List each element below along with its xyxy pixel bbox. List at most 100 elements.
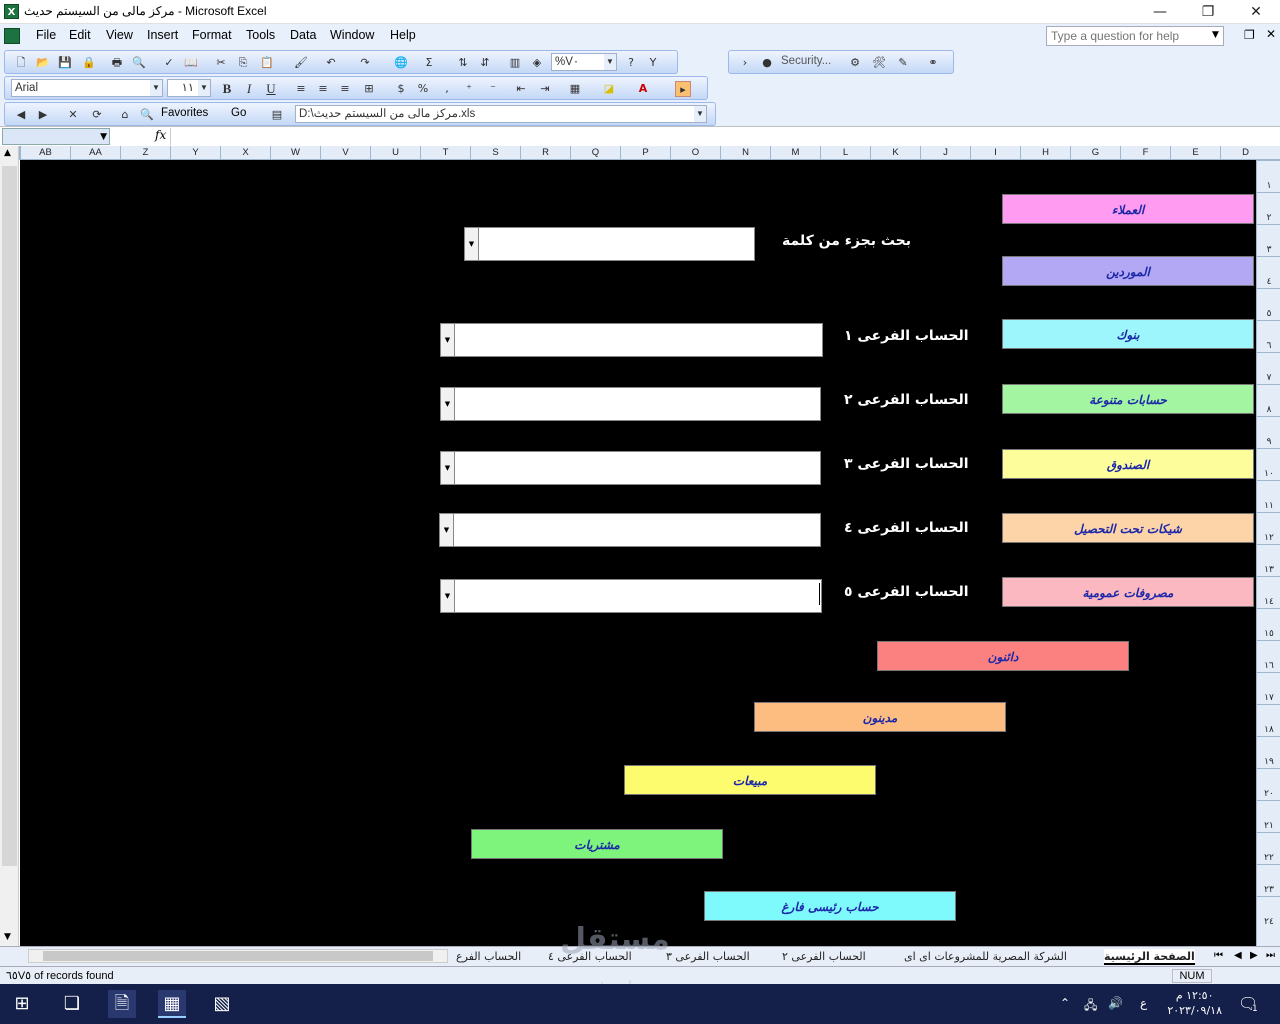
tools-icon[interactable]: 🛠 bbox=[871, 55, 887, 71]
column-header[interactable]: O bbox=[670, 146, 720, 160]
chevron-down-icon[interactable]: ▼ bbox=[440, 514, 454, 546]
comma-button[interactable]: , bbox=[439, 81, 455, 97]
font-size-select[interactable]: ١١ ▼ bbox=[167, 79, 211, 97]
row-header[interactable]: ٢ bbox=[1257, 192, 1280, 224]
fx-icon[interactable]: fx bbox=[155, 128, 166, 142]
last-sheet-icon[interactable]: ⏭ bbox=[1266, 950, 1275, 961]
drawing-icon[interactable]: ◈ bbox=[529, 55, 545, 71]
creditors-button[interactable]: دائنون bbox=[877, 641, 1129, 671]
misc-accounts-button[interactable]: حسابات متنوعة bbox=[1002, 384, 1254, 414]
security-button[interactable]: Security... bbox=[781, 55, 831, 67]
sub-account-4-combobox[interactable]: ▼ bbox=[439, 513, 821, 547]
menu-window[interactable]: Window bbox=[330, 28, 374, 42]
new-icon[interactable]: 🗋 bbox=[13, 55, 29, 71]
menu-help[interactable]: Help bbox=[390, 28, 416, 42]
address-input[interactable]: D:\مركز مالى من السيستم حديث.xls ▼ bbox=[295, 105, 707, 123]
options-icon[interactable]: ▸ bbox=[675, 81, 691, 97]
sort-descending-icon[interactable]: ⇵ bbox=[477, 55, 493, 71]
increase-decimal-icon[interactable]: ⁺ bbox=[461, 81, 477, 97]
first-sheet-icon[interactable]: ⏮ bbox=[1214, 950, 1223, 961]
permission-icon[interactable]: 🔒 bbox=[81, 55, 97, 71]
increase-indent-icon[interactable]: ⇥ bbox=[537, 81, 553, 97]
show-only-web-toolbar-icon[interactable]: ▤ bbox=[269, 107, 285, 123]
task-view-icon[interactable]: ❏ bbox=[58, 990, 86, 1018]
column-header[interactable]: U bbox=[370, 146, 420, 160]
cut-icon[interactable]: ✂ bbox=[213, 55, 229, 71]
row-header[interactable]: ٢٠ bbox=[1257, 768, 1280, 800]
italic-button[interactable]: I bbox=[241, 81, 257, 97]
column-header[interactable]: S bbox=[470, 146, 520, 160]
refresh-icon[interactable]: ⟳ bbox=[89, 107, 105, 123]
tab-sub-account-2[interactable]: الحساب الفرعى ٢ bbox=[782, 949, 866, 965]
hyperlink-icon[interactable]: 🌐 bbox=[393, 55, 409, 71]
link-icon[interactable]: ⚭ bbox=[925, 55, 941, 71]
search-web-icon[interactable]: 🔍 bbox=[139, 107, 155, 123]
row-header[interactable]: ٢٣ bbox=[1257, 864, 1280, 896]
chevron-down-icon[interactable]: ▼ bbox=[441, 324, 455, 356]
system-clock[interactable]: ١٢:٥٠ م ٢٠٢٣/٠٩/١٨ bbox=[1167, 988, 1222, 1018]
print-icon[interactable]: 🖶 bbox=[109, 55, 125, 71]
row-header[interactable]: ١٤ bbox=[1257, 576, 1280, 608]
help-icon[interactable]: ? bbox=[623, 55, 639, 71]
column-header[interactable]: L bbox=[820, 146, 870, 160]
column-header[interactable]: E bbox=[1170, 146, 1220, 160]
filter-icon[interactable]: Y bbox=[645, 55, 661, 71]
row-header[interactable]: ١٨ bbox=[1257, 704, 1280, 736]
go-menu[interactable]: Go bbox=[231, 107, 246, 119]
column-header[interactable]: T bbox=[420, 146, 470, 160]
save-icon[interactable]: 💾 bbox=[57, 55, 73, 71]
align-right-icon[interactable]: ≡ bbox=[337, 81, 353, 97]
scroll-thumb[interactable] bbox=[43, 951, 433, 961]
stop-icon[interactable]: ✕ bbox=[65, 107, 81, 123]
sub-account-5-combobox[interactable]: ▼ bbox=[440, 579, 822, 613]
menu-file[interactable]: File bbox=[36, 28, 56, 42]
redo-icon[interactable]: ↷ bbox=[357, 55, 373, 71]
cash-box-button[interactable]: الصندوق bbox=[1002, 449, 1254, 479]
print-preview-icon[interactable]: 🔍 bbox=[131, 55, 147, 71]
vertical-scrollbar[interactable]: ▲ ▼ bbox=[0, 146, 19, 946]
maximize-button[interactable]: ❐ bbox=[1188, 2, 1228, 22]
chevron-down-icon[interactable]: ▼ bbox=[441, 580, 455, 612]
scroll-up-icon[interactable]: ▲ bbox=[4, 148, 11, 158]
autosum-icon[interactable]: Σ bbox=[421, 55, 437, 71]
chart-wizard-icon[interactable]: ▥ bbox=[507, 55, 523, 71]
back-icon[interactable]: ◀ bbox=[13, 107, 29, 123]
row-header[interactable]: ٦ bbox=[1257, 320, 1280, 352]
row-header[interactable]: ١٢ bbox=[1257, 512, 1280, 544]
sort-ascending-icon[interactable]: ⇅ bbox=[455, 55, 471, 71]
name-box[interactable]: ▼ bbox=[2, 128, 110, 145]
menu-edit[interactable]: Edit bbox=[69, 28, 91, 42]
tab-home[interactable]: الصفحة الرئيسية bbox=[1104, 949, 1195, 965]
tab-sub-account-3[interactable]: الحساب الفرعى ٣ bbox=[666, 949, 750, 965]
column-header[interactable]: N bbox=[720, 146, 770, 160]
row-header[interactable]: ٣ bbox=[1257, 224, 1280, 256]
arrow-right-icon[interactable]: › bbox=[737, 55, 753, 71]
tab-sub-account-partial[interactable]: الحساب الفرع bbox=[456, 949, 521, 965]
menu-insert[interactable]: Insert bbox=[147, 28, 178, 42]
column-header[interactable]: V bbox=[320, 146, 370, 160]
copy-icon[interactable]: ⎘ bbox=[235, 55, 251, 71]
row-header[interactable]: ١١ bbox=[1257, 480, 1280, 512]
next-sheet-icon[interactable]: ▶ bbox=[1250, 950, 1258, 961]
column-header[interactable]: M bbox=[770, 146, 820, 160]
close-workbook-icon[interactable]: ✕ bbox=[1266, 27, 1276, 41]
search-combobox[interactable]: ▼ bbox=[464, 227, 755, 261]
forward-icon[interactable]: ▶ bbox=[35, 107, 51, 123]
home-icon[interactable]: ⌂ bbox=[117, 107, 133, 123]
row-header[interactable]: ١٠ bbox=[1257, 448, 1280, 480]
row-header[interactable]: ٩ bbox=[1257, 416, 1280, 448]
column-header[interactable]: AA bbox=[70, 146, 120, 160]
visual-basic-icon[interactable]: ⚙ bbox=[847, 55, 863, 71]
debtors-button[interactable]: مدينون bbox=[754, 702, 1006, 732]
show-hidden-icons-icon[interactable]: ⌃ bbox=[1060, 996, 1070, 1010]
favorites-menu[interactable]: Favorites bbox=[161, 107, 208, 119]
prev-sheet-icon[interactable]: ◀ bbox=[1234, 950, 1242, 961]
row-header[interactable]: ١٦ bbox=[1257, 640, 1280, 672]
banks-button[interactable]: بنوك bbox=[1002, 319, 1254, 349]
spelling-icon[interactable]: ✓ bbox=[161, 55, 177, 71]
bold-button[interactable]: B bbox=[219, 81, 235, 97]
suppliers-button[interactable]: الموردين bbox=[1002, 256, 1254, 286]
column-header[interactable]: X bbox=[220, 146, 270, 160]
format-painter-icon[interactable]: 🖌 bbox=[293, 55, 309, 71]
align-left-icon[interactable]: ≡ bbox=[293, 81, 309, 97]
